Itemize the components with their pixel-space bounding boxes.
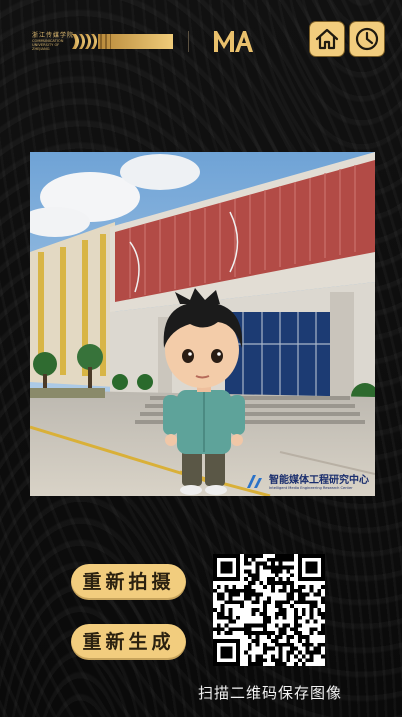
brand-logo-ma: MA	[214, 31, 253, 52]
history-button[interactable]	[349, 21, 385, 57]
research-center-logo-icon	[247, 474, 262, 488]
university-logo: 浙江传媒学院 COMMUNICATION UNIVERSITY OF ZHEJI…	[30, 30, 173, 52]
home-button[interactable]	[309, 21, 345, 57]
save-image-qr-code	[213, 554, 325, 666]
university-name-en: COMMUNICATION UNIVERSITY OF ZHEJIANG	[32, 39, 64, 51]
clock-icon	[355, 27, 379, 51]
home-icon	[315, 28, 339, 50]
generated-photo-image	[30, 152, 375, 496]
watermark-text-en: Intelligent Media Engineering Research C…	[269, 486, 353, 490]
university-stripe-emblem	[72, 34, 173, 49]
university-name-cn: 浙江传媒学院	[32, 32, 75, 39]
research-center-watermark: 智能媒体工程研究中心 Intelligent Media Engineering…	[245, 471, 369, 490]
regenerate-button[interactable]: 重新生成	[71, 624, 186, 660]
retake-button[interactable]: 重新拍摄	[71, 564, 186, 600]
qr-caption: 扫描二维码保存图像	[197, 684, 342, 702]
watermark-text-cn: 智能媒体工程研究中心	[269, 475, 369, 486]
header-divider	[188, 31, 189, 52]
generated-photo: 智能媒体工程研究中心 Intelligent Media Engineering…	[30, 152, 375, 496]
